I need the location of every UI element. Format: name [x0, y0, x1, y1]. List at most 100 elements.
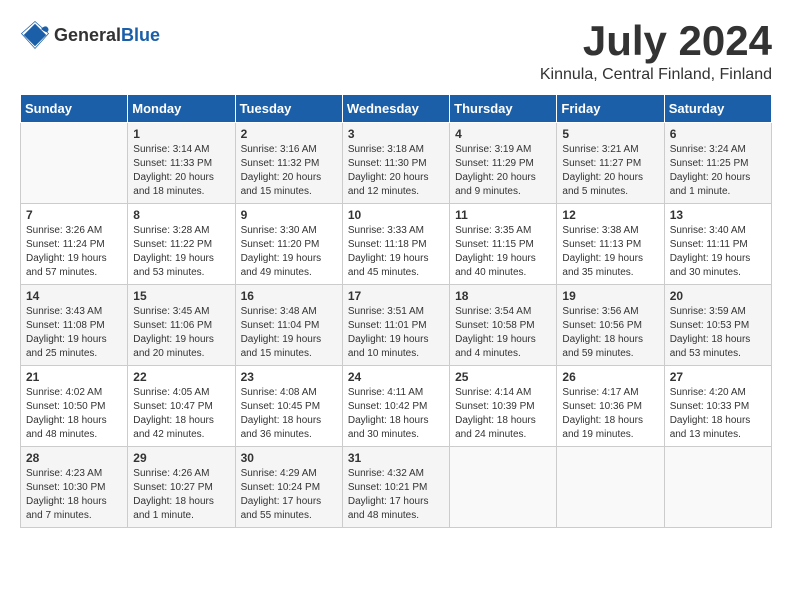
day-number: 14 — [26, 289, 122, 303]
day-number: 31 — [348, 451, 444, 465]
calendar-day-cell: 28 Sunrise: 4:23 AMSunset: 10:30 PMDaylig… — [21, 447, 128, 528]
day-info: Sunrise: 3:38 AMSunset: 11:13 PMDaylight… — [562, 224, 658, 280]
day-info: Sunrise: 4:23 AMSunset: 10:30 PMDaylight… — [26, 467, 122, 523]
calendar-day-cell — [664, 447, 771, 528]
day-number: 4 — [455, 127, 551, 141]
day-info: Sunrise: 3:43 AMSunset: 11:08 PMDaylight… — [26, 305, 122, 361]
calendar-day-cell: 17 Sunrise: 3:51 AMSunset: 11:01 PMDaylig… — [342, 285, 449, 366]
calendar-day-cell: 9Sunrise: 3:30 AMSunset: 11:20 PMDayligh… — [235, 204, 342, 285]
day-number: 24 — [348, 370, 444, 384]
day-number: 29 — [133, 451, 229, 465]
calendar-day-cell: 11 Sunrise: 3:35 AMSunset: 11:15 PMDaylig… — [450, 204, 557, 285]
calendar-day-cell: 13 Sunrise: 3:40 AMSunset: 11:11 PMDaylig… — [664, 204, 771, 285]
header-day-thursday: Thursday — [450, 95, 557, 123]
calendar-table: SundayMondayTuesdayWednesdayThursdayFrid… — [20, 94, 772, 528]
day-info: Sunrise: 3:30 AMSunset: 11:20 PMDaylight… — [241, 224, 337, 280]
day-info: Sunrise: 3:16 AMSunset: 11:32 PMDaylight… — [241, 143, 337, 199]
calendar-day-cell: 24 Sunrise: 4:11 AMSunset: 10:42 PMDaylig… — [342, 366, 449, 447]
day-number: 22 — [133, 370, 229, 384]
day-info: Sunrise: 4:26 AMSunset: 10:27 PMDaylight… — [133, 467, 229, 523]
day-number: 6 — [670, 127, 766, 141]
calendar-week-row: 21 Sunrise: 4:02 AMSunset: 10:50 PMDaylig… — [21, 366, 772, 447]
calendar-day-cell: 26 Sunrise: 4:17 AMSunset: 10:36 PMDaylig… — [557, 366, 664, 447]
generalblue-logo-icon — [20, 20, 50, 50]
calendar-day-cell: 14 Sunrise: 3:43 AMSunset: 11:08 PMDaylig… — [21, 285, 128, 366]
day-info: Sunrise: 4:08 AMSunset: 10:45 PMDaylight… — [241, 386, 337, 442]
calendar-day-cell: 25 Sunrise: 4:14 AMSunset: 10:39 PMDaylig… — [450, 366, 557, 447]
header: GeneralBlue July 2024 Kinnula, Central F… — [20, 20, 772, 84]
day-info: Sunrise: 4:05 AMSunset: 10:47 PMDaylight… — [133, 386, 229, 442]
day-number: 7 — [26, 208, 122, 222]
calendar-day-cell — [557, 447, 664, 528]
day-info: Sunrise: 3:40 AMSunset: 11:11 PMDaylight… — [670, 224, 766, 280]
logo: GeneralBlue — [20, 20, 160, 50]
header-day-friday: Friday — [557, 95, 664, 123]
day-info: Sunrise: 3:48 AMSunset: 11:04 PMDaylight… — [241, 305, 337, 361]
day-number: 8 — [133, 208, 229, 222]
day-number: 27 — [670, 370, 766, 384]
header-day-monday: Monday — [128, 95, 235, 123]
day-info: Sunrise: 3:33 AMSunset: 11:18 PMDaylight… — [348, 224, 444, 280]
calendar-day-cell: 1 Sunrise: 3:14 AMSunset: 11:33 PMDayligh… — [128, 123, 235, 204]
calendar-day-cell: 30 Sunrise: 4:29 AMSunset: 10:24 PMDaylig… — [235, 447, 342, 528]
day-number: 10 — [348, 208, 444, 222]
calendar-day-cell: 15Sunrise: 3:45 AMSunset: 11:06 PMDaylig… — [128, 285, 235, 366]
day-info: Sunrise: 3:24 AMSunset: 11:25 PMDaylight… — [670, 143, 766, 199]
calendar-header-row: SundayMondayTuesdayWednesdayThursdayFrid… — [21, 95, 772, 123]
day-info: Sunrise: 3:19 AMSunset: 11:29 PMDaylight… — [455, 143, 551, 199]
calendar-day-cell: 10 Sunrise: 3:33 AMSunset: 11:18 PMDaylig… — [342, 204, 449, 285]
day-info: Sunrise: 3:51 AMSunset: 11:01 PMDaylight… — [348, 305, 444, 361]
day-info: Sunrise: 4:11 AMSunset: 10:42 PMDaylight… — [348, 386, 444, 442]
day-number: 13 — [670, 208, 766, 222]
calendar-day-cell: 2 Sunrise: 3:16 AMSunset: 11:32 PMDayligh… — [235, 123, 342, 204]
calendar-week-row: 14 Sunrise: 3:43 AMSunset: 11:08 PMDaylig… — [21, 285, 772, 366]
day-number: 5 — [562, 127, 658, 141]
day-number: 11 — [455, 208, 551, 222]
day-info: Sunrise: 3:28 AMSunset: 11:22 PMDaylight… — [133, 224, 229, 280]
calendar-day-cell: 3 Sunrise: 3:18 AMSunset: 11:30 PMDayligh… — [342, 123, 449, 204]
location-subtitle: Kinnula, Central Finland, Finland — [540, 66, 772, 84]
calendar-day-cell: 23 Sunrise: 4:08 AMSunset: 10:45 PMDaylig… — [235, 366, 342, 447]
day-info: Sunrise: 3:14 AMSunset: 11:33 PMDaylight… — [133, 143, 229, 199]
day-info: Sunrise: 3:18 AMSunset: 11:30 PMDaylight… — [348, 143, 444, 199]
calendar-day-cell: 12Sunrise: 3:38 AMSunset: 11:13 PMDaylig… — [557, 204, 664, 285]
calendar-day-cell: 7 Sunrise: 3:26 AMSunset: 11:24 PMDayligh… — [21, 204, 128, 285]
day-number: 26 — [562, 370, 658, 384]
day-number: 21 — [26, 370, 122, 384]
header-day-sunday: Sunday — [21, 95, 128, 123]
day-number: 2 — [241, 127, 337, 141]
day-info: Sunrise: 4:02 AMSunset: 10:50 PMDaylight… — [26, 386, 122, 442]
calendar-day-cell: 27 Sunrise: 4:20 AMSunset: 10:33 PMDaylig… — [664, 366, 771, 447]
logo-blue-text: Blue — [121, 25, 160, 45]
day-info: Sunrise: 4:14 AMSunset: 10:39 PMDaylight… — [455, 386, 551, 442]
day-number: 1 — [133, 127, 229, 141]
day-number: 16 — [241, 289, 337, 303]
day-number: 28 — [26, 451, 122, 465]
day-info: Sunrise: 4:17 AMSunset: 10:36 PMDaylight… — [562, 386, 658, 442]
day-info: Sunrise: 4:20 AMSunset: 10:33 PMDaylight… — [670, 386, 766, 442]
day-number: 30 — [241, 451, 337, 465]
calendar-week-row: 7 Sunrise: 3:26 AMSunset: 11:24 PMDayligh… — [21, 204, 772, 285]
calendar-day-cell — [450, 447, 557, 528]
calendar-week-row: 28 Sunrise: 4:23 AMSunset: 10:30 PMDaylig… — [21, 447, 772, 528]
day-number: 19 — [562, 289, 658, 303]
day-info: Sunrise: 3:35 AMSunset: 11:15 PMDaylight… — [455, 224, 551, 280]
calendar-day-cell: 8 Sunrise: 3:28 AMSunset: 11:22 PMDayligh… — [128, 204, 235, 285]
logo-general-text: General — [54, 25, 121, 45]
day-info: Sunrise: 3:26 AMSunset: 11:24 PMDaylight… — [26, 224, 122, 280]
calendar-day-cell: 20Sunrise: 3:59 AMSunset: 10:53 PMDaylig… — [664, 285, 771, 366]
month-year-title: July 2024 — [540, 20, 772, 62]
header-day-saturday: Saturday — [664, 95, 771, 123]
title-area: July 2024 Kinnula, Central Finland, Finl… — [540, 20, 772, 84]
day-number: 25 — [455, 370, 551, 384]
calendar-day-cell: 5Sunrise: 3:21 AMSunset: 11:27 PMDayligh… — [557, 123, 664, 204]
calendar-day-cell: 29 Sunrise: 4:26 AMSunset: 10:27 PMDaylig… — [128, 447, 235, 528]
calendar-day-cell: 4 Sunrise: 3:19 AMSunset: 11:29 PMDayligh… — [450, 123, 557, 204]
day-number: 17 — [348, 289, 444, 303]
day-info: Sunrise: 3:59 AMSunset: 10:53 PMDaylight… — [670, 305, 766, 361]
day-info: Sunrise: 4:29 AMSunset: 10:24 PMDaylight… — [241, 467, 337, 523]
day-number: 18 — [455, 289, 551, 303]
calendar-day-cell: 18Sunrise: 3:54 AMSunset: 10:58 PMDaylig… — [450, 285, 557, 366]
day-number: 3 — [348, 127, 444, 141]
day-number: 23 — [241, 370, 337, 384]
